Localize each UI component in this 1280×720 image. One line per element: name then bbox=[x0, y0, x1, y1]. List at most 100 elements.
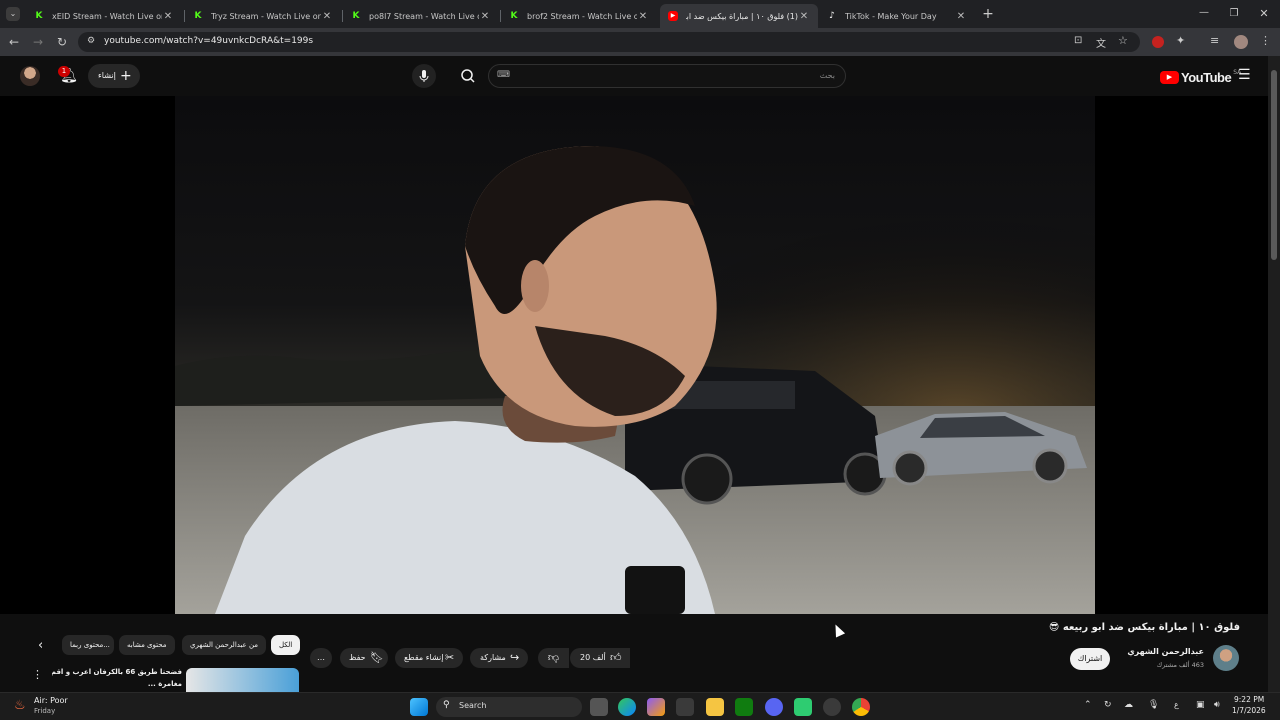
close-tab-icon[interactable]: ✕ bbox=[955, 11, 967, 22]
translate-icon[interactable]: 文 bbox=[1096, 35, 1106, 50]
browser-toolbar: ← → ↻ ⚙ youtube.com/watch?v=49uvnkcDcRA&… bbox=[0, 28, 1280, 56]
reload-icon[interactable]: ↻ bbox=[54, 34, 70, 50]
channel-avatar[interactable] bbox=[1213, 645, 1239, 671]
share-button[interactable]: مشاركة ↪ bbox=[470, 648, 528, 668]
chip-all[interactable]: الكل bbox=[271, 635, 301, 655]
plus-icon: + bbox=[120, 68, 132, 84]
tab-title: TikTok - Make Your Day bbox=[845, 11, 937, 21]
extensions-puzzle-icon[interactable]: ✦ bbox=[1176, 34, 1185, 47]
discord-icon[interactable] bbox=[765, 698, 783, 716]
bookmark-star-icon[interactable]: ☆ bbox=[1118, 34, 1128, 47]
subscribe-button[interactable]: اشتراك bbox=[1070, 648, 1110, 670]
more-actions-button[interactable]: … bbox=[310, 648, 332, 668]
extension-red-icon[interactable] bbox=[1152, 36, 1164, 48]
back-arrow-icon[interactable]: ← bbox=[6, 34, 22, 50]
save-label: حفظ bbox=[349, 653, 366, 662]
chip-similar[interactable]: محتوى مشابه bbox=[119, 635, 175, 655]
profile-avatar[interactable] bbox=[1234, 35, 1248, 49]
page-scrollbar[interactable] bbox=[1268, 56, 1280, 692]
scrollbar-thumb[interactable] bbox=[1271, 70, 1277, 260]
taskbar-search-box[interactable]: ⚲ Search bbox=[436, 697, 582, 717]
android-app-icon[interactable] bbox=[794, 698, 812, 716]
search-icon[interactable] bbox=[450, 64, 486, 88]
notification-count-badge: 1 bbox=[58, 66, 70, 77]
tab-youtube-vlog[interactable]: ▶ (1) فلوق ١٠ | مباراة بيكس ضد ابو ✕ bbox=[660, 4, 818, 28]
close-tab-icon[interactable]: ✕ bbox=[162, 11, 174, 22]
microphone-icon[interactable]: 🎙︎ bbox=[1148, 700, 1159, 710]
video-player[interactable] bbox=[0, 96, 1268, 614]
chip-maybe[interactable]: محتوى ربما... bbox=[62, 635, 114, 655]
clip-label: إنشاء مقطع bbox=[404, 653, 444, 662]
youtube-logo[interactable]: ▶ YouTube SA bbox=[1160, 69, 1241, 85]
file-explorer-icon[interactable] bbox=[706, 698, 724, 716]
task-view-icon[interactable] bbox=[590, 698, 608, 716]
youtube-play-icon: ▶ bbox=[1160, 70, 1179, 84]
guide-menu-icon[interactable]: ☰ bbox=[1238, 67, 1251, 83]
tab-search-button[interactable]: ⌄ bbox=[6, 7, 20, 21]
recommendation-title[interactable]: فضحنا طريق 66 بالكرفان اعرب و اقم bbox=[52, 668, 182, 676]
tab-xeid-stream[interactable]: K xEID Stream - Watch Live on Ki ✕ bbox=[26, 4, 182, 28]
clip-button[interactable]: إنشاء مقطع ✂ bbox=[395, 648, 463, 668]
close-tab-icon[interactable]: ✕ bbox=[798, 11, 810, 22]
language-indicator[interactable]: ع bbox=[1174, 700, 1179, 709]
dislike-button[interactable]: 👎︎ bbox=[538, 648, 569, 668]
onedrive-icon[interactable]: ☁ bbox=[1124, 700, 1133, 710]
clock-time[interactable]: 9:22 PM bbox=[1234, 695, 1264, 704]
weather-fire-icon: ♨ bbox=[14, 698, 26, 713]
new-tab-button[interactable]: + bbox=[980, 6, 996, 22]
tab-tryz-stream[interactable]: K Tryz Stream - Watch Live on Ki ✕ bbox=[185, 4, 341, 28]
tab-brof2-stream[interactable]: K brof2 Stream - Watch Live on Ki ✕ bbox=[501, 4, 657, 28]
store-icon[interactable] bbox=[676, 698, 694, 716]
create-button[interactable]: إنشاء + bbox=[88, 64, 140, 88]
browser-menu-icon[interactable]: ⋮ bbox=[1260, 34, 1271, 47]
install-app-icon[interactable]: ⊡ bbox=[1074, 35, 1082, 46]
close-tab-icon[interactable]: ✕ bbox=[321, 11, 333, 22]
save-button[interactable]: حفظ 🔖︎ bbox=[340, 648, 388, 668]
share-arrow-icon: ↪ bbox=[510, 651, 520, 664]
tab-title: po8l7 Stream - Watch Live on Ki bbox=[369, 11, 479, 21]
volume-icon[interactable]: 🔊︎ bbox=[1214, 700, 1220, 710]
minimize-window-button[interactable]: — bbox=[1196, 6, 1212, 22]
xbox-icon[interactable] bbox=[735, 698, 753, 716]
close-tab-icon[interactable]: ✕ bbox=[479, 11, 491, 22]
like-button[interactable]: 20 ألف 👍︎ bbox=[570, 648, 630, 668]
url-text[interactable]: youtube.com/watch?v=49uvnkcDcRA&t=199s bbox=[104, 36, 313, 46]
share-label: مشاركة bbox=[480, 653, 506, 662]
chips-scroll-left-icon[interactable]: ‹ bbox=[38, 638, 43, 653]
chip-from-channel[interactable]: من عبدالرحمن الشهري bbox=[182, 635, 267, 655]
channel-name[interactable]: عبدالرحمن الشهري bbox=[1127, 647, 1204, 656]
voice-search-mic-icon[interactable] bbox=[412, 64, 436, 88]
tab-title: brof2 Stream - Watch Live on Ki bbox=[527, 11, 637, 21]
keyboard-icon[interactable]: ⌨ bbox=[497, 70, 510, 80]
copilot-icon[interactable] bbox=[647, 698, 665, 716]
account-avatar[interactable] bbox=[20, 66, 40, 86]
network-icon[interactable]: ▣ bbox=[1196, 700, 1205, 710]
tab-tiktok[interactable]: ♪ TikTok - Make Your Day ✕ bbox=[819, 4, 975, 28]
show-hidden-icons-icon[interactable]: ⌃ bbox=[1084, 700, 1092, 710]
site-info-icon[interactable]: ⚙ bbox=[87, 36, 95, 46]
reading-list-icon[interactable]: ≡ bbox=[1210, 34, 1219, 47]
search-input[interactable]: ⌨ بحث bbox=[488, 64, 846, 88]
camera-gimbal bbox=[625, 566, 685, 614]
clock-date[interactable]: 1/7/2026 bbox=[1232, 706, 1266, 715]
bookmark-icon: 🔖︎ bbox=[370, 651, 384, 664]
recommendation-menu-icon[interactable]: ⋮ bbox=[32, 668, 43, 681]
forward-arrow-icon[interactable]: → bbox=[30, 34, 46, 50]
taskbar-search-label: Search bbox=[459, 701, 487, 710]
kick-icon: K bbox=[510, 11, 518, 21]
video-frame[interactable] bbox=[175, 96, 1095, 614]
maximize-window-button[interactable]: ❐ bbox=[1226, 6, 1242, 22]
search-placeholder: بحث bbox=[819, 71, 835, 80]
close-tab-icon[interactable]: ✕ bbox=[637, 11, 649, 22]
weather-title: Air: Poor bbox=[34, 696, 68, 705]
sync-icon[interactable]: ↻ bbox=[1104, 700, 1112, 710]
app-icon[interactable] bbox=[823, 698, 841, 716]
tab-po8l7-stream[interactable]: K po8l7 Stream - Watch Live on Ki ✕ bbox=[343, 4, 499, 28]
chrome-icon[interactable] bbox=[852, 698, 870, 716]
close-window-button[interactable]: ✕ bbox=[1256, 6, 1272, 22]
address-bar[interactable]: ⚙ youtube.com/watch?v=49uvnkcDcRA&t=199s… bbox=[78, 32, 1140, 52]
edge-icon[interactable] bbox=[618, 698, 636, 716]
windows-start-icon[interactable] bbox=[410, 698, 428, 716]
tab-title: (1) فلوق ١٠ | مباراة بيكس ضد ابو bbox=[686, 11, 798, 21]
recommendation-thumbnail[interactable] bbox=[186, 668, 299, 692]
